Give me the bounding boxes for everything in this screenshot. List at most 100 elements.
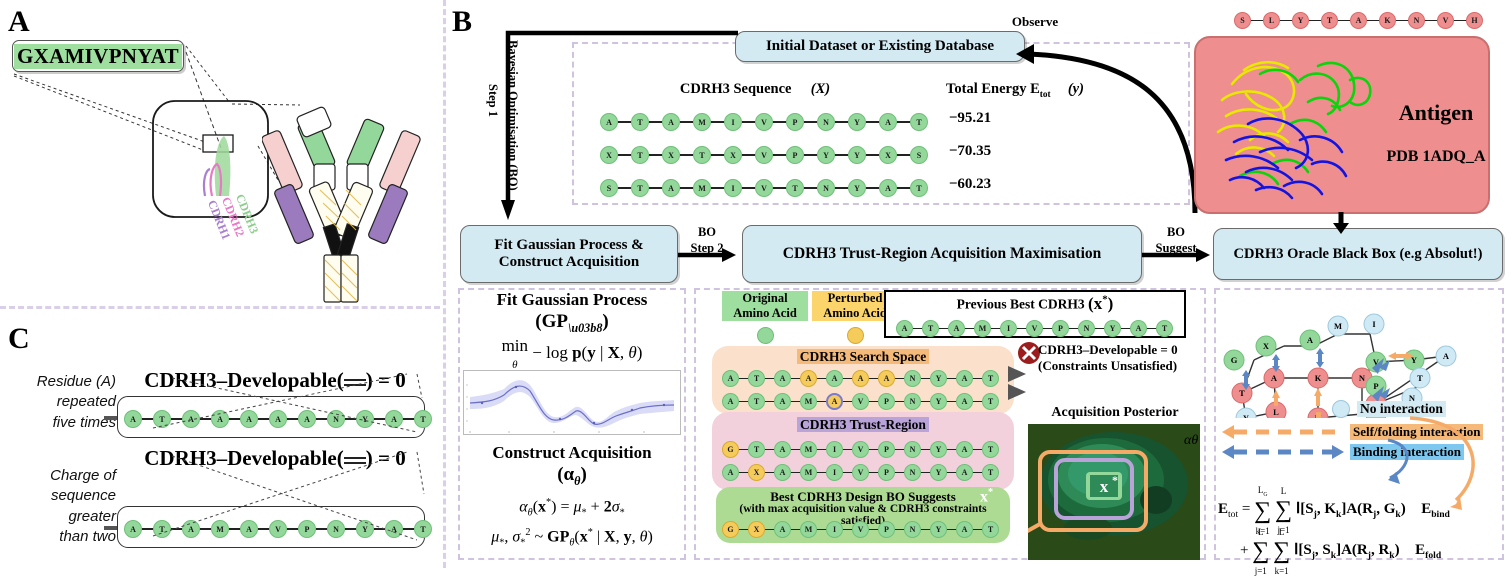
- residue-link: [1121, 327, 1130, 330]
- annotation-line: Charge of: [50, 467, 116, 484]
- residue-node: N: [904, 370, 921, 387]
- residue-link: [835, 121, 848, 123]
- residue-node: A: [600, 113, 618, 131]
- residue-link: [817, 377, 826, 380]
- residue-node: T: [982, 370, 999, 387]
- residue-node: V: [755, 113, 773, 131]
- residue-link: [742, 154, 755, 156]
- residue-node: T: [1156, 320, 1173, 337]
- residue-link: [869, 528, 878, 531]
- efold-sub: fold: [1425, 550, 1442, 562]
- residue-node: V: [852, 521, 869, 538]
- residue-link: [773, 187, 786, 189]
- residue-link: [773, 154, 786, 156]
- residue-node: H: [1466, 12, 1483, 29]
- gp-acquisition-eq: αθ(x*) = μ* + 2σ*: [519, 497, 625, 519]
- trust-region-sequence-0: GTAMIVPNYAT: [722, 441, 999, 458]
- residue-node: M: [800, 441, 817, 458]
- bo-label-line2: Step 2: [690, 240, 724, 255]
- legend-perturbed-line2: Amino Acid: [823, 306, 887, 320]
- acquisition-posterior-plot: x * αθ: [1028, 424, 1200, 560]
- col1-symbol: (X): [810, 81, 831, 97]
- panel-letter-c: C: [8, 322, 30, 355]
- svg-text:A: A: [1443, 351, 1450, 361]
- residue-link: [711, 187, 724, 189]
- residue-node: I: [826, 441, 843, 458]
- residue-node: T: [631, 113, 649, 131]
- svg-text:N: N: [1359, 373, 1366, 383]
- residue-link: [649, 187, 662, 189]
- residue-link: [947, 471, 956, 474]
- residue-link: [711, 121, 724, 123]
- residue-link: [791, 448, 800, 451]
- annotation-line: Residue (A): [36, 373, 116, 390]
- fit-gp-box[interactable]: Fit Gaussian Process & Construct Acquisi…: [460, 225, 678, 283]
- residue-link: [869, 400, 878, 403]
- residue-link: [1017, 327, 1026, 330]
- binding-arrow-icon: [1222, 445, 1344, 459]
- residue-node: Y: [817, 146, 835, 164]
- residue-node: T: [1321, 12, 1338, 29]
- panel-divider-vertical: [443, 0, 446, 568]
- residue-node: V: [755, 179, 773, 197]
- svg-text:A: A: [1307, 335, 1314, 345]
- residue-link: [921, 471, 930, 474]
- residue-node: A: [774, 370, 791, 387]
- residue-node: A: [956, 370, 973, 387]
- residue-node: A: [956, 521, 973, 538]
- residue-link: [991, 327, 1000, 330]
- residue-link: [1069, 327, 1078, 330]
- residue-node: S: [600, 179, 618, 197]
- residue-link: [742, 121, 755, 123]
- residue-node: Y: [848, 146, 866, 164]
- antigen-pdb: PDB 1ADQ_A: [1386, 148, 1486, 165]
- acquisition-posterior-title: Acquisition Posterior: [1051, 405, 1179, 420]
- residue-node: Y: [930, 393, 947, 410]
- residue-node: A: [662, 179, 680, 197]
- residue-node: Y: [1292, 12, 1309, 29]
- residue-link: [869, 377, 878, 380]
- best-design-sequence: GXAMIVPNYAT: [722, 521, 999, 538]
- residue-link: [804, 187, 817, 189]
- residue-link: [618, 154, 631, 156]
- residue-link: [1095, 327, 1104, 330]
- residue-link: [895, 400, 904, 403]
- residue-link: [739, 448, 748, 451]
- trust-region-acquisition-box[interactable]: CDRH3 Trust-Region Acquisition Maximisat…: [742, 225, 1142, 283]
- residue-node: X: [748, 521, 765, 538]
- residue-link: [1280, 19, 1292, 22]
- energy-equation-line2: + L ∑ j=1 L ∑ k=1 Ⅰ[Sj, Sk]A(Rj, Rk) Efold: [1240, 527, 1442, 576]
- residue-node: A: [662, 113, 680, 131]
- residue-node: Y: [930, 521, 947, 538]
- search-space-sequence-0: ATAAAAANYAT: [722, 370, 999, 387]
- col1-header-text: CDRH3 Sequence: [679, 81, 792, 97]
- residue-node: A: [852, 370, 869, 387]
- bo-suggest-label: BO Suggest: [1140, 225, 1212, 256]
- residue-node: P: [878, 393, 895, 410]
- residue-node: X: [600, 146, 618, 164]
- residue-link: [939, 327, 948, 330]
- residue-link: [739, 377, 748, 380]
- residue-node: T: [693, 146, 711, 164]
- oracle-box[interactable]: CDRH3 Oracle Black Box (e.g Absolut!): [1213, 228, 1503, 280]
- residue-link: [843, 400, 852, 403]
- antigen-sequence: SLYTAKNVH: [1234, 12, 1483, 29]
- residue-node: I: [724, 113, 742, 131]
- residue-node: V: [1437, 12, 1454, 29]
- antigen-structure: [1216, 60, 1372, 200]
- table-col2-header: Total Energy Etot (y): [900, 81, 1130, 100]
- interaction-network: T A K N Y L H G X A V Y T P M I A T N Y …: [1223, 313, 1457, 418]
- residue-link: [817, 471, 826, 474]
- residue-node: M: [800, 521, 817, 538]
- gp-objective: min θ − log p(y | X, θ): [501, 336, 643, 371]
- dataset-energy-1: −70.35: [948, 143, 992, 159]
- col2-symbol: (y): [1067, 81, 1084, 97]
- initial-dataset-box[interactable]: Initial Dataset or Existing Database: [735, 31, 1025, 62]
- trust-region-box-label: CDRH3 Trust-Region Acquisition Maximisat…: [782, 245, 1102, 262]
- residue-node: A: [800, 370, 817, 387]
- suggest-line2: Suggest: [1155, 240, 1197, 255]
- residue-link: [804, 121, 817, 123]
- residue-node: P: [878, 521, 895, 538]
- residue-node: A: [826, 393, 843, 410]
- residue-node: A: [774, 441, 791, 458]
